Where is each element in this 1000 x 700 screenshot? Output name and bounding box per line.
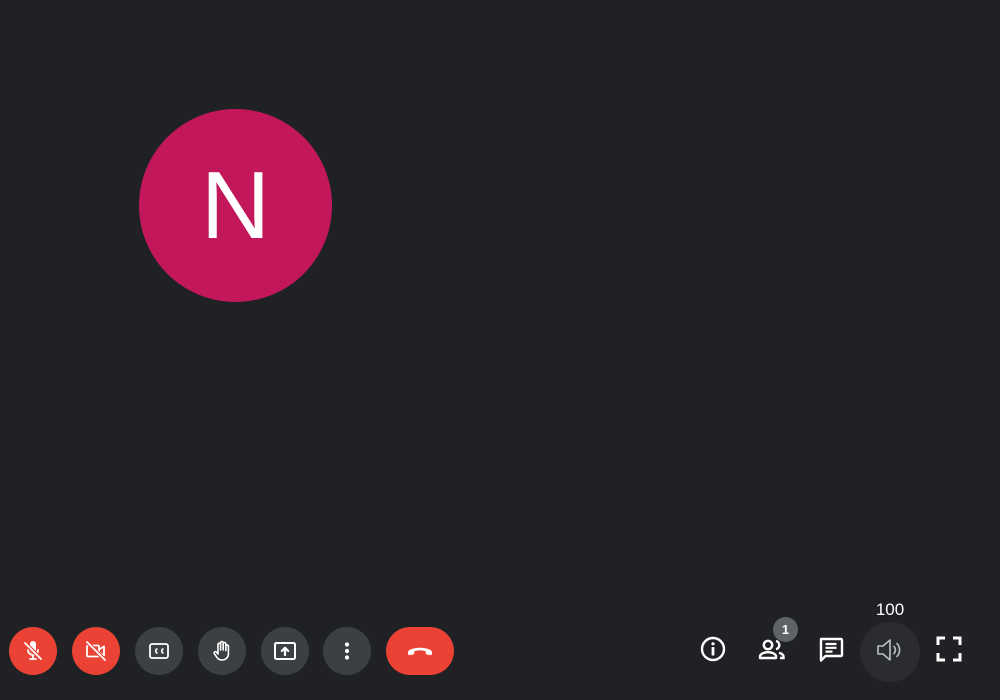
chat-button[interactable] [807, 627, 855, 675]
raise-hand-button[interactable] [198, 627, 246, 675]
hand-icon [210, 639, 234, 663]
closed-captions-icon [147, 639, 171, 663]
volume-button[interactable] [860, 622, 920, 682]
meeting-stage: N 1 100 [0, 0, 1000, 700]
fullscreen-icon [935, 635, 963, 668]
volume-level-label: 100 [875, 600, 905, 619]
mic-off-icon [21, 639, 45, 663]
mic-toggle-button[interactable] [9, 627, 57, 675]
videocam-off-icon [84, 639, 108, 663]
more-vert-icon [335, 639, 359, 663]
fullscreen-button[interactable] [925, 627, 973, 675]
leave-call-button[interactable] [386, 627, 454, 675]
present-screen-button[interactable] [261, 627, 309, 675]
more-options-button[interactable] [323, 627, 371, 675]
captions-button[interactable] [135, 627, 183, 675]
volume-icon [874, 636, 906, 669]
call-end-icon [405, 639, 435, 663]
participant-count-badge: 1 [773, 617, 798, 642]
info-icon [699, 635, 727, 668]
participant-initial: N [200, 151, 271, 259]
participant-avatar: N [139, 109, 332, 302]
present-screen-icon [272, 639, 298, 663]
camera-toggle-button[interactable] [72, 627, 120, 675]
meeting-info-button[interactable] [689, 627, 737, 675]
chat-icon [817, 635, 845, 668]
